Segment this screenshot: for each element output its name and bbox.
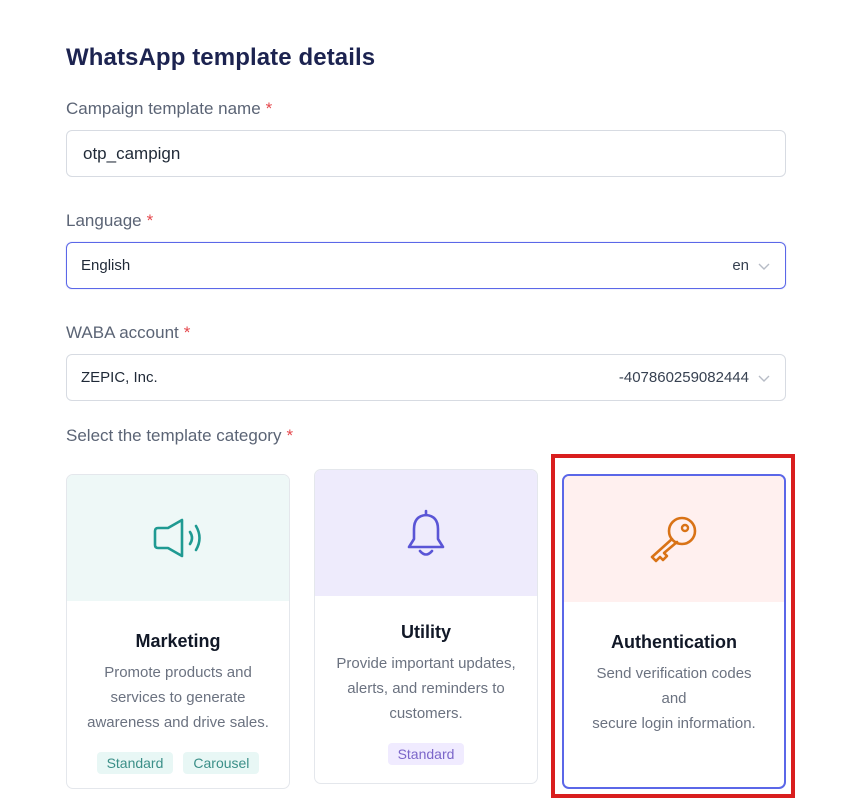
tag-standard: Standard <box>96 752 174 774</box>
desc-line: Promote products and <box>104 664 252 681</box>
language-value: English <box>81 257 131 274</box>
card-description: Promote products and services to generat… <box>67 660 289 735</box>
language-label: Language * <box>66 211 153 231</box>
desc-line: customers. <box>389 705 463 722</box>
card-description: Send verification codes and secure login… <box>564 661 784 736</box>
chevron-down-icon <box>758 263 770 270</box>
desc-line: Provide important updates, <box>336 655 516 672</box>
card-header <box>564 476 784 602</box>
card-header <box>315 470 537 596</box>
tag-standard: Standard <box>387 743 465 765</box>
language-select[interactable]: English en <box>66 242 786 289</box>
card-title: Utility <box>400 622 451 642</box>
category-card-authentication[interactable]: Authentication Send verification codes a… <box>562 474 786 789</box>
category-card-utility[interactable]: Utility Provide important updates, alert… <box>314 469 538 784</box>
desc-line: services to generate <box>110 689 246 706</box>
megaphone-icon <box>153 518 201 558</box>
campaign-name-value: otp_campign <box>83 143 181 163</box>
card-description: Provide important updates, alerts, and r… <box>315 651 537 726</box>
desc-line: awareness and drive sales. <box>87 714 269 731</box>
required-mark: * <box>286 426 294 445</box>
card-title: Marketing <box>135 631 221 651</box>
category-label-text: Select the template category <box>66 426 282 445</box>
category-label: Select the template category * <box>66 426 293 446</box>
chevron-down-icon <box>758 375 770 382</box>
tag-list: Standard <box>315 743 537 765</box>
desc-line: Send verification codes and <box>596 665 752 707</box>
category-card-marketing[interactable]: Marketing Promote products and services … <box>66 474 290 789</box>
tag-carousel: Carousel <box>183 752 260 774</box>
key-icon <box>650 516 697 563</box>
campaign-name-label-text: Campaign template name <box>66 99 261 118</box>
waba-label-text: WABA account <box>66 323 179 342</box>
waba-label: WABA account * <box>66 323 190 343</box>
bell-icon <box>407 509 445 556</box>
waba-account-id: -407860259082444 <box>618 369 749 386</box>
tag-list: Standard Carousel <box>67 752 289 774</box>
required-mark: * <box>265 99 273 118</box>
card-header <box>67 475 289 601</box>
campaign-name-input[interactable]: otp_campign <box>66 130 786 177</box>
language-code: en <box>732 257 749 274</box>
desc-line: secure login information. <box>592 715 756 732</box>
waba-value: ZEPIC, Inc. <box>81 369 158 386</box>
language-label-text: Language <box>66 211 142 230</box>
required-mark: * <box>146 211 154 230</box>
required-mark: * <box>183 323 191 342</box>
waba-select[interactable]: ZEPIC, Inc. -407860259082444 <box>66 354 786 401</box>
campaign-name-label: Campaign template name * <box>66 99 272 119</box>
page-title: WhatsApp template details <box>66 44 376 71</box>
card-title: Authentication <box>611 632 737 652</box>
desc-line: alerts, and reminders to <box>347 680 505 697</box>
